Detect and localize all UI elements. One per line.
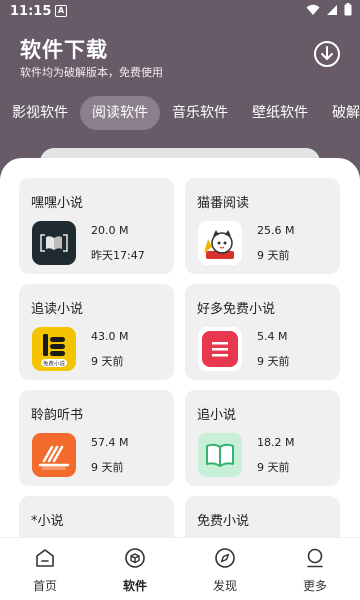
app-name: 好多免费小说 (197, 302, 276, 317)
app-size: 20.0 M (91, 224, 129, 237)
app-card[interactable]: 追小说 18.2 M 9 天前 (185, 390, 340, 486)
page-title: 软件下载 (20, 38, 108, 62)
app-updated: 9 天前 (91, 355, 124, 368)
notification-icon: A (55, 5, 67, 17)
app-size: 43.0 M (91, 330, 129, 343)
nav-label: 发现 (212, 579, 237, 593)
tab-music[interactable]: 音乐软件 (160, 96, 240, 130)
nav-software[interactable]: 软件 (90, 538, 180, 600)
app-name: 聆韵听书 (31, 408, 84, 423)
app-name: 嘿嘿小说 (31, 196, 84, 211)
audio-book-icon (32, 433, 76, 477)
tab-reading[interactable]: 阅读软件 (80, 96, 160, 130)
app-card[interactable]: 聆韵听书 57.4 M 9 天前 (19, 390, 174, 486)
cube-icon (125, 548, 145, 568)
book-open-icon (32, 221, 76, 265)
app-name: 猫番阅读 (197, 196, 250, 211)
compass-icon (215, 548, 235, 568)
status-icons (306, 3, 352, 16)
book-lines-icon (198, 327, 242, 371)
home-icon (36, 549, 54, 567)
app-list-sheet: 嘿嘿小说 20.0 M 昨天17:47 猫番阅读 25.6 M 9 天前 追读小… (0, 158, 360, 600)
tab-wallpaper[interactable]: 壁纸软件 (240, 96, 320, 130)
book-stack-icon: 免费小说 (32, 327, 76, 371)
nav-more[interactable]: 更多 (270, 538, 360, 600)
nav-label: 软件 (122, 579, 147, 593)
cat-mascot-icon (198, 221, 242, 265)
page-subtitle: 软件均为破解版本，免费使用 (20, 66, 163, 79)
status-bar: 11:15 A (0, 0, 360, 24)
download-icon (314, 41, 340, 67)
app-updated: 9 天前 (257, 355, 290, 368)
tab-video[interactable]: 影视软件 (0, 96, 80, 130)
app-card[interactable]: 嘿嘿小说 20.0 M 昨天17:47 (19, 178, 174, 274)
nav-label: 更多 (302, 579, 327, 593)
app-card[interactable]: 追读小说 免费小说 43.0 M 9 天前 (19, 284, 174, 380)
app-name: *小说 (31, 514, 64, 529)
app-card[interactable]: 好多免费小说 5.4 M 9 天前 (185, 284, 340, 380)
tab-cracked[interactable]: 破解 (320, 96, 360, 130)
app-name: 免费小说 (197, 514, 250, 529)
app-size: 5.4 M (257, 330, 288, 343)
download-button[interactable] (313, 40, 341, 68)
status-time: 11:15 (10, 4, 52, 19)
nav-discover[interactable]: 发现 (180, 538, 270, 600)
open-book-icon (198, 433, 242, 477)
app-updated: 9 天前 (257, 249, 290, 262)
app-size: 18.2 M (257, 436, 295, 449)
nav-home[interactable]: 首页 (0, 538, 90, 600)
app-size: 25.6 M (257, 224, 295, 237)
app-size: 57.4 M (91, 436, 129, 449)
app-name: 追读小说 (31, 302, 84, 317)
nav-label: 首页 (32, 579, 57, 593)
battery-icon (344, 3, 352, 16)
app-updated: 9 天前 (91, 461, 124, 474)
app-updated: 9 天前 (257, 461, 290, 474)
signal-icon (327, 4, 337, 15)
wifi-icon (306, 4, 320, 15)
category-tabs: 影视软件 阅读软件 音乐软件 壁纸软件 破解 (0, 96, 360, 130)
bottom-nav: 首页 软件 发现 更多 (0, 537, 360, 600)
app-card[interactable]: 猫番阅读 25.6 M 9 天前 (185, 178, 340, 274)
user-icon (307, 548, 323, 568)
icon-caption: 免费小说 (43, 360, 66, 368)
app-updated: 昨天17:47 (91, 249, 145, 262)
app-name: 追小说 (197, 408, 237, 423)
